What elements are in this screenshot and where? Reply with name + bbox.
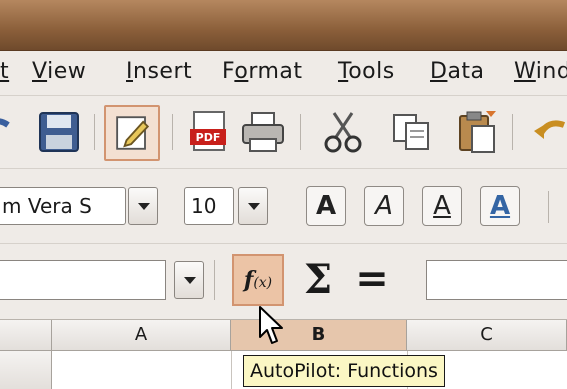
menu-view[interactable]: View: [32, 59, 86, 84]
toolbar-separator: [300, 114, 301, 150]
font-name-combobox[interactable]: m Vera S: [0, 187, 126, 225]
font-name-dropdown-icon[interactable]: [128, 187, 158, 225]
toolbar-separator: [548, 191, 549, 223]
name-box[interactable]: [0, 260, 166, 300]
column-header-a[interactable]: A: [52, 320, 231, 350]
column-header-c[interactable]: C: [407, 320, 567, 350]
menubar: t View Insert Format Tools Data Wind: [0, 51, 567, 96]
bold-button[interactable]: A: [306, 186, 346, 226]
undo-partial-icon[interactable]: [0, 107, 14, 157]
row-header[interactable]: [0, 351, 52, 389]
save-icon[interactable]: [34, 107, 84, 157]
menu-insert[interactable]: Insert: [126, 59, 192, 84]
menu-format[interactable]: Format: [222, 59, 303, 84]
undo-icon[interactable]: [530, 107, 567, 157]
grid-line: [231, 351, 232, 389]
formatting-toolbar: m Vera S 10 A A A A: [0, 169, 567, 244]
copy-icon[interactable]: [386, 107, 436, 157]
toolbar-separator: [94, 114, 95, 150]
print-icon[interactable]: [238, 107, 288, 157]
edit-file-icon[interactable]: [104, 105, 160, 161]
italic-button[interactable]: A: [364, 186, 404, 226]
underline-button[interactable]: A: [422, 186, 462, 226]
pdf-label: PDF: [196, 131, 221, 144]
window-titlebar: [0, 0, 567, 51]
tooltip: AutoPilot: Functions: [243, 355, 445, 387]
standard-toolbar: PDF: [0, 96, 567, 169]
cut-icon[interactable]: [318, 107, 368, 157]
toolbar-separator: [214, 260, 215, 300]
menu-edit-partial[interactable]: t: [0, 59, 9, 84]
font-size-combobox[interactable]: 10: [184, 187, 234, 225]
paste-icon[interactable]: [452, 107, 502, 157]
mouse-pointer-icon: [259, 306, 283, 344]
export-pdf-icon[interactable]: PDF: [184, 107, 234, 157]
menu-tools[interactable]: Tools: [338, 59, 395, 84]
menu-window[interactable]: Wind: [514, 59, 567, 84]
select-all-corner[interactable]: [0, 320, 52, 350]
toolbar-separator: [512, 114, 513, 150]
toolbar-separator: [172, 114, 173, 150]
font-size-dropdown-icon[interactable]: [238, 187, 268, 225]
font-color-button[interactable]: A: [480, 186, 520, 226]
function-wizard-button[interactable]: f(x): [232, 254, 284, 306]
name-box-dropdown-icon[interactable]: [174, 261, 204, 299]
formula-input[interactable]: [426, 260, 567, 300]
sum-button[interactable]: Σ: [296, 256, 340, 304]
function-button[interactable]: =: [350, 256, 394, 304]
menu-data[interactable]: Data: [430, 59, 485, 84]
